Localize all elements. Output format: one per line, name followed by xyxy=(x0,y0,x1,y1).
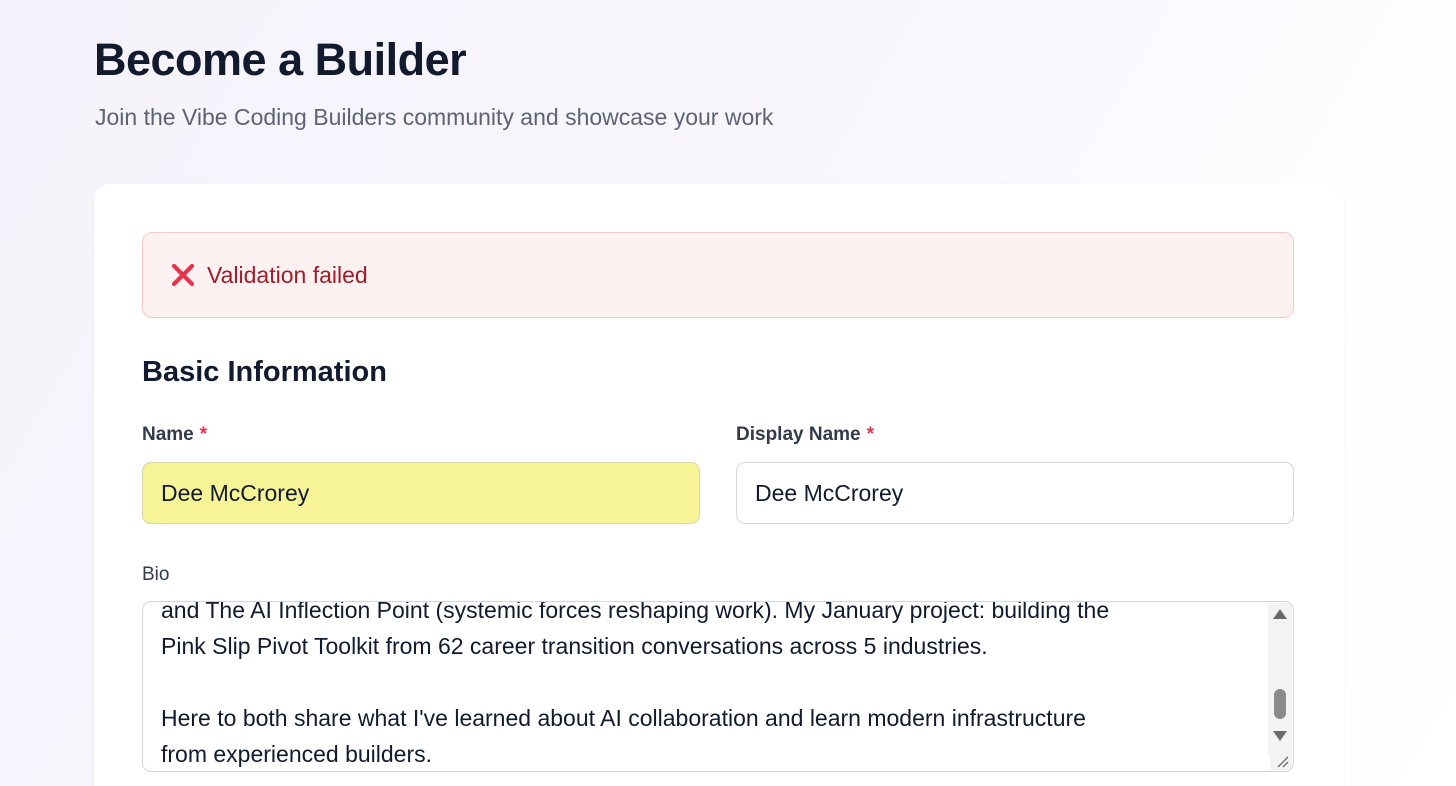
display-name-label-text: Display Name xyxy=(736,424,861,445)
x-mark-icon xyxy=(169,261,197,289)
scroll-up-arrow-icon[interactable] xyxy=(1273,609,1287,619)
name-label: Name * xyxy=(142,424,207,446)
resize-handle-icon[interactable] xyxy=(1270,750,1292,770)
become-builder-page: Become a Builder Join the Vibe Coding Bu… xyxy=(0,0,1456,786)
bio-line: from experienced builders. xyxy=(161,741,433,767)
required-marker: * xyxy=(199,424,208,445)
bio-label: Bio xyxy=(142,564,170,585)
display-name-input[interactable] xyxy=(736,462,1294,524)
required-marker: * xyxy=(866,424,875,445)
alert-message: Validation failed xyxy=(207,261,368,288)
name-input[interactable] xyxy=(142,462,700,524)
name-label-text: Name xyxy=(142,424,194,445)
scroll-thumb[interactable] xyxy=(1274,689,1286,719)
page-title: Become a Builder xyxy=(94,34,467,85)
builder-form-card: Validation failed Basic Information Name… xyxy=(94,184,1344,786)
page-subtitle: Join the Vibe Coding Builders community … xyxy=(95,104,774,130)
bio-scrollbar[interactable] xyxy=(1268,603,1292,755)
display-name-label: Display Name * xyxy=(736,424,874,446)
bio-text: and The AI Inflection Point (systemic fo… xyxy=(161,601,1261,771)
validation-alert: Validation failed xyxy=(142,232,1294,318)
bio-line: Here to both share what I've learned abo… xyxy=(161,705,1086,731)
scroll-down-arrow-icon[interactable] xyxy=(1273,731,1287,741)
bio-line: and The AI Inflection Point (systemic fo… xyxy=(161,601,1110,623)
bio-line: Pink Slip Pivot Toolkit from 62 career t… xyxy=(161,633,988,659)
bio-textarea[interactable]: and The AI Inflection Point (systemic fo… xyxy=(142,601,1294,772)
bio-line-blank xyxy=(161,664,1261,700)
section-title-basic-information: Basic Information xyxy=(142,356,387,388)
